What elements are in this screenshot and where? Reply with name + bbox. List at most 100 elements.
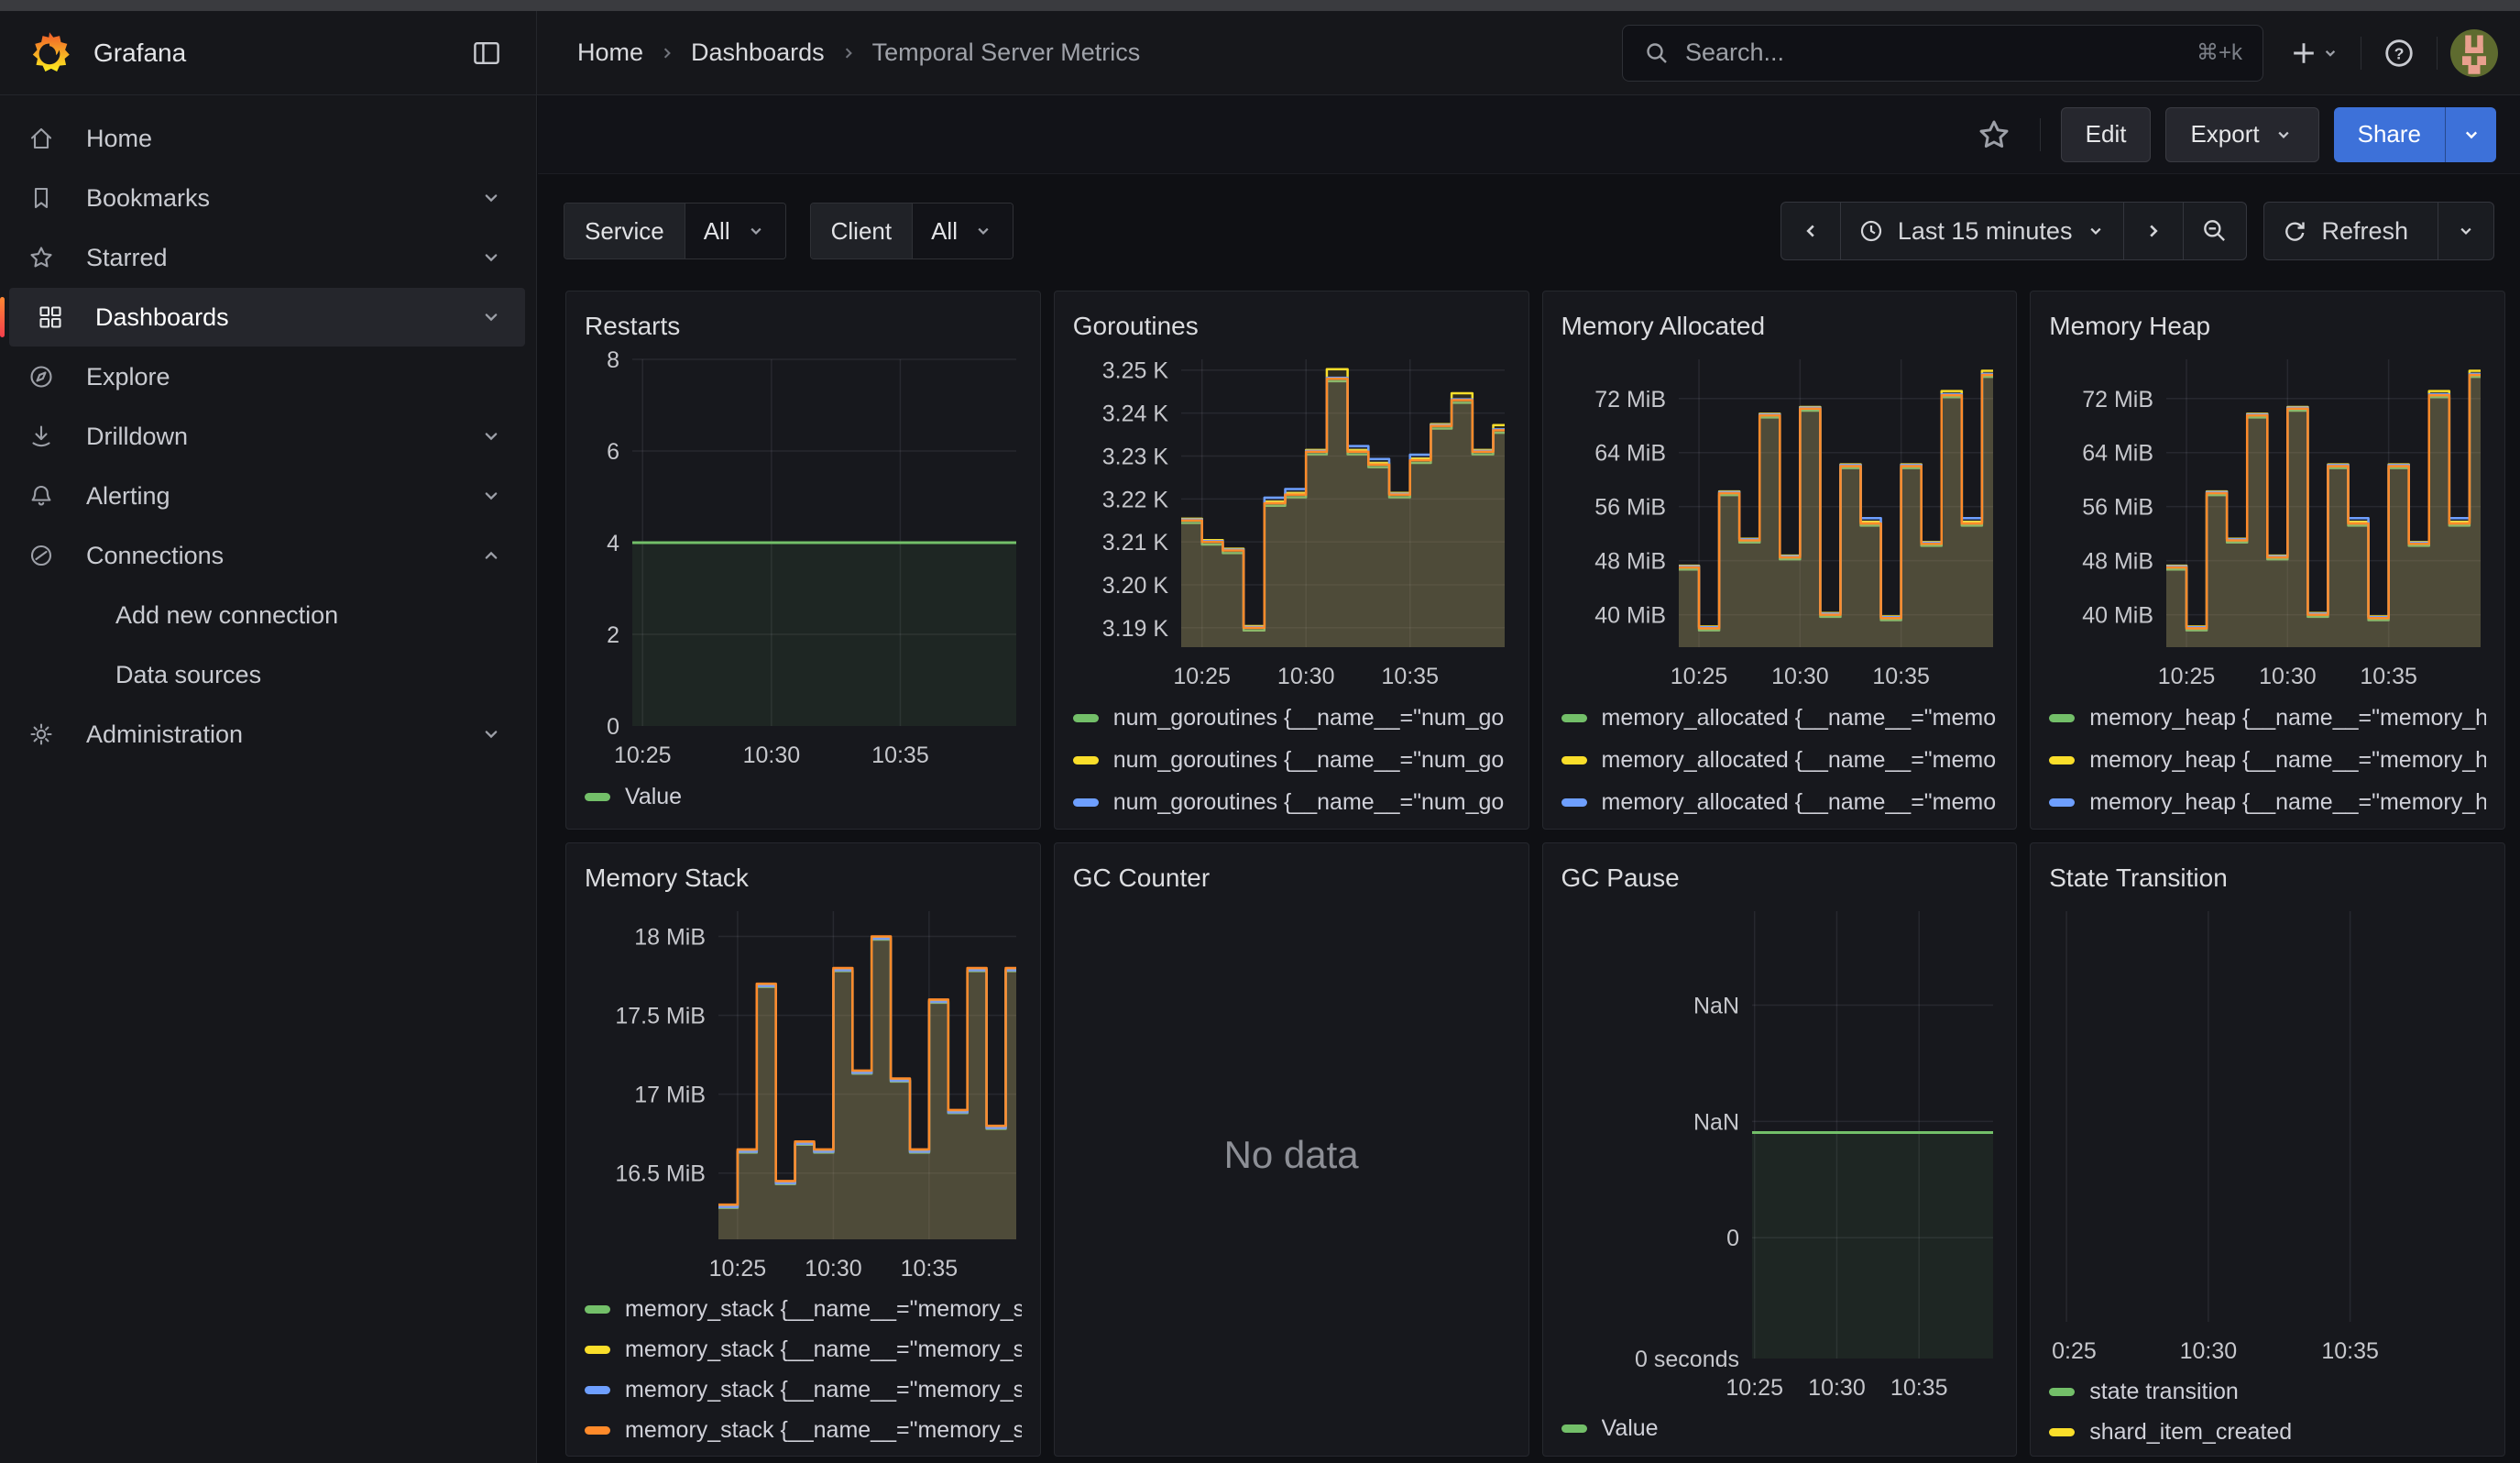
edit-button[interactable]: Edit bbox=[2061, 107, 2152, 162]
legend-item[interactable]: memory_heap {__name__="memory_h bbox=[2049, 697, 2486, 739]
compass-icon bbox=[26, 363, 57, 390]
client-filter-selected: All bbox=[931, 217, 958, 246]
legend-item[interactable]: memory_stack {__name__="memory_s bbox=[585, 1329, 1022, 1370]
panel-title[interactable]: Restarts bbox=[585, 306, 1022, 346]
sidebar-nav: Home Bookmarks StarredDashboardsExploreDri… bbox=[0, 95, 537, 1463]
panel-title[interactable]: Memory Stack bbox=[585, 858, 1022, 898]
sidebar-item-label: Bookmarks bbox=[86, 184, 479, 213]
legend-item[interactable]: memory_heap {__name__="memory_h bbox=[2049, 823, 2486, 830]
sidebar-item-alerting[interactable]: Alerting bbox=[0, 467, 525, 525]
svg-text:8: 8 bbox=[607, 347, 619, 373]
refresh-group: Refresh bbox=[2263, 202, 2494, 260]
legend-item[interactable]: memory_stack {__name__="memory_s bbox=[585, 1289, 1022, 1329]
time-back-button[interactable] bbox=[1781, 203, 1840, 259]
panel-title[interactable]: Memory Allocated bbox=[1561, 306, 1999, 346]
legend-item[interactable]: memory_heap {__name__="memory_h bbox=[2049, 739, 2486, 781]
panel-title[interactable]: Goroutines bbox=[1073, 306, 1510, 346]
legend-item[interactable]: num_goroutines {__name__="num_go bbox=[1073, 781, 1510, 823]
dashboard-subbar: Service All Client All bbox=[538, 174, 2520, 288]
legend-item[interactable]: memory_stack {__name__="memory_s bbox=[585, 1370, 1022, 1410]
legend-item[interactable]: memory_allocated {__name__="memo bbox=[1561, 781, 1999, 823]
legend-series-label: state transition bbox=[2089, 1379, 2239, 1405]
legend-series-label: memory_stack {__name__="memory_s bbox=[625, 1377, 1022, 1403]
chevron-down-icon bbox=[972, 220, 994, 242]
legend-series-marker bbox=[585, 1426, 610, 1435]
client-filter[interactable]: Client All bbox=[810, 203, 1013, 259]
bookmark-icon bbox=[26, 184, 57, 212]
refresh-button[interactable]: Refresh bbox=[2264, 203, 2438, 259]
favorite-star-button[interactable] bbox=[1968, 109, 2020, 160]
svg-text:64 MiB: 64 MiB bbox=[2082, 441, 2153, 467]
sidebar-item-starred[interactable]: Starred bbox=[0, 228, 525, 287]
client-filter-value[interactable]: All bbox=[912, 204, 1013, 258]
legend-item[interactable]: num_goroutines {__name__="num_go bbox=[1073, 697, 1510, 739]
legend-item[interactable]: Value bbox=[1561, 1408, 1999, 1448]
panel-restarts: Restarts0246810:2510:3010:35Value bbox=[565, 291, 1041, 830]
panel-title[interactable]: GC Pause bbox=[1561, 858, 1999, 898]
panel-title[interactable]: State Transition bbox=[2049, 858, 2486, 898]
legend-item[interactable]: Value bbox=[585, 776, 1022, 818]
new-button[interactable] bbox=[2280, 29, 2348, 77]
sidebar-item-dashboards[interactable]: Dashboards bbox=[9, 288, 525, 346]
sidebar-item-explore[interactable]: Explore bbox=[0, 347, 525, 406]
time-range-picker[interactable]: Last 15 minutes bbox=[1840, 203, 2124, 259]
breadcrumb-home[interactable]: Home bbox=[577, 38, 643, 67]
chevron-down-icon bbox=[2320, 43, 2340, 63]
legend-item[interactable]: memory_allocated {__name__="memo bbox=[1561, 697, 1999, 739]
time-controls: Last 15 minutes Refresh bbox=[1780, 202, 2494, 260]
legend-item[interactable]: memory_allocated {__name__="memo bbox=[1561, 823, 1999, 830]
legend-series-marker bbox=[2049, 756, 2075, 764]
panel-title[interactable]: Memory Heap bbox=[2049, 306, 2486, 346]
svg-text:0: 0 bbox=[607, 714, 619, 740]
svg-text:0: 0 bbox=[1726, 1226, 1739, 1251]
legend-item[interactable]: memory_heap {__name__="memory_h bbox=[2049, 781, 2486, 823]
sidebar-item-drilldown[interactable]: Drilldown bbox=[0, 407, 525, 466]
breadcrumb-dashboards[interactable]: Dashboards bbox=[691, 38, 825, 67]
sidebar-item-administration[interactable]: Administration bbox=[0, 705, 525, 764]
svg-text:NaN: NaN bbox=[1693, 1109, 1738, 1135]
legend-series-marker bbox=[1561, 1424, 1587, 1433]
sidebar-item-bookmarks[interactable]: Bookmarks bbox=[0, 169, 525, 227]
mega-menu-toggle-button[interactable] bbox=[463, 29, 510, 77]
share-menu-caret[interactable] bbox=[2445, 107, 2496, 162]
avatar[interactable] bbox=[2450, 29, 2498, 77]
no-data-message: No data bbox=[1073, 898, 1510, 1412]
zoom-out-button[interactable] bbox=[2183, 203, 2246, 259]
refresh-interval-caret[interactable] bbox=[2438, 203, 2493, 259]
link-icon bbox=[26, 542, 57, 569]
sidebar-item-connections[interactable]: Connections bbox=[0, 526, 525, 585]
legend-item[interactable]: num_goroutines {__name__="num_go bbox=[1073, 823, 1510, 830]
panel-memory-heap: Memory Heap40 MiB48 MiB56 MiB64 MiB72 Mi… bbox=[2030, 291, 2505, 830]
panel-title[interactable]: GC Counter bbox=[1073, 858, 1510, 898]
time-picker-group: Last 15 minutes bbox=[1780, 202, 2248, 260]
share-button[interactable]: Share bbox=[2334, 107, 2496, 162]
top-header: Grafana Home Dashboards Temporal Server … bbox=[0, 11, 2520, 95]
sidebar-item-add-new-connection[interactable]: Add new connection bbox=[0, 586, 525, 644]
legend-item[interactable]: state transition bbox=[2049, 1371, 2486, 1412]
search-box[interactable]: ⌘+k bbox=[1622, 25, 2263, 82]
legend-series-label: memory_heap {__name__="memory_h bbox=[2089, 747, 2486, 774]
export-button[interactable]: Export bbox=[2165, 107, 2318, 162]
svg-text:10:25: 10:25 bbox=[2158, 664, 2216, 689]
service-filter[interactable]: Service All bbox=[564, 203, 786, 259]
divider bbox=[2040, 118, 2041, 151]
share-button-label[interactable]: Share bbox=[2334, 107, 2445, 162]
legend-series-label: Value bbox=[625, 784, 682, 810]
legend-item[interactable]: memory_allocated {__name__="memo bbox=[1561, 739, 1999, 781]
help-icon: ? bbox=[2382, 36, 2416, 71]
sidebar-item-data-sources[interactable]: Data sources bbox=[0, 645, 525, 704]
template-variables: Service All Client All bbox=[564, 203, 1013, 259]
legend-item[interactable]: memory_stack {__name__="memory_s bbox=[585, 1410, 1022, 1450]
svg-text:?: ? bbox=[2394, 44, 2405, 62]
sidebar-item-home[interactable]: Home bbox=[0, 109, 525, 168]
chevron-up-icon bbox=[479, 544, 503, 567]
help-button[interactable]: ? bbox=[2374, 28, 2424, 78]
search-input[interactable] bbox=[1685, 38, 2197, 67]
grafana-logo-icon bbox=[26, 29, 73, 77]
legend-item[interactable]: num_goroutines {__name__="num_go bbox=[1073, 739, 1510, 781]
service-filter-value[interactable]: All bbox=[685, 204, 785, 258]
chevron-down-icon bbox=[479, 722, 503, 746]
time-forward-button[interactable] bbox=[2123, 203, 2183, 259]
legend-item[interactable]: shard_item_created bbox=[2049, 1412, 2486, 1452]
gear-icon bbox=[26, 720, 57, 748]
